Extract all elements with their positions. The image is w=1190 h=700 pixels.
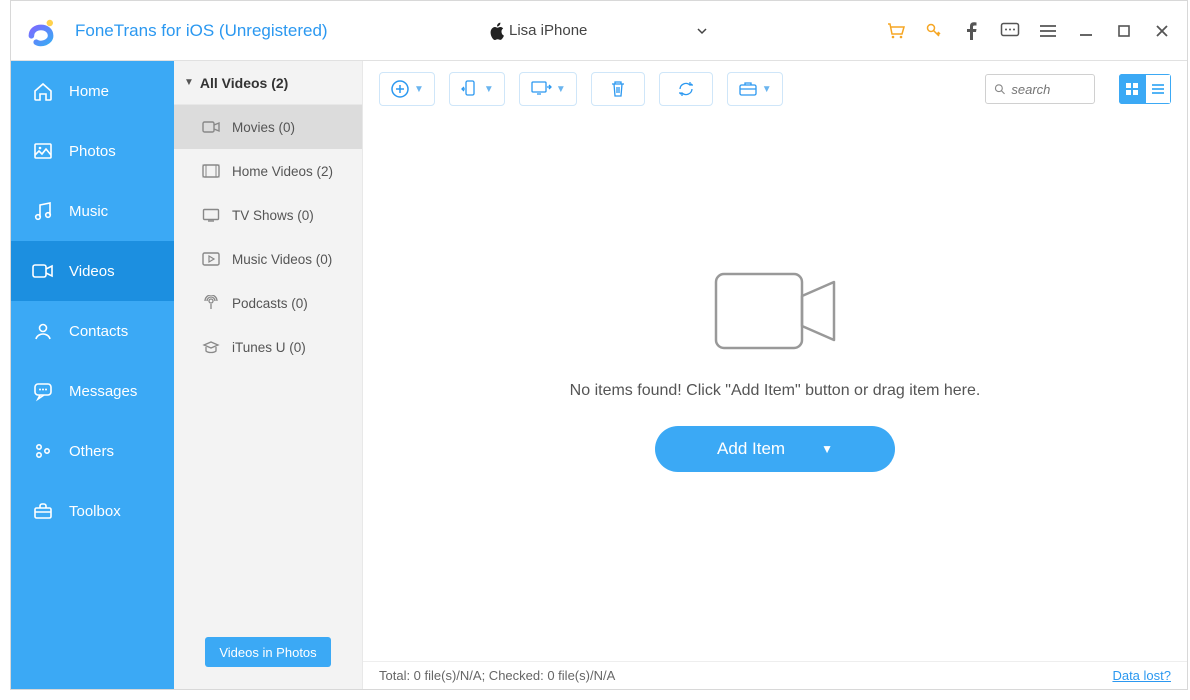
search-input[interactable] — [1011, 82, 1086, 97]
facebook-icon[interactable] — [961, 20, 983, 42]
empty-state: No items found! Click "Add Item" button … — [363, 117, 1187, 661]
sidebar-item-label: Music — [69, 203, 108, 220]
statusbar: Total: 0 file(s)/N/A; Checked: 0 file(s)… — [363, 661, 1187, 689]
trash-icon — [610, 80, 626, 98]
category-header[interactable]: ▼ All Videos (2) — [174, 61, 362, 105]
data-lost-link[interactable]: Data lost? — [1112, 668, 1171, 683]
category-panel: ▼ All Videos (2) Movies (0) Home Videos … — [174, 61, 363, 689]
category-header-label: All Videos (2) — [200, 75, 288, 91]
photos-icon — [31, 139, 55, 163]
refresh-button[interactable] — [659, 72, 713, 106]
chevron-down-icon: ▼ — [556, 84, 566, 95]
messages-icon — [31, 379, 55, 403]
delete-button[interactable] — [591, 72, 645, 106]
itunesu-icon — [202, 338, 220, 356]
list-view-button[interactable] — [1145, 74, 1171, 104]
others-icon — [31, 439, 55, 463]
list-icon — [1151, 82, 1165, 96]
chevron-down-icon — [695, 24, 709, 38]
search-icon — [994, 82, 1005, 96]
sidebar-item-label: Toolbox — [69, 503, 121, 520]
export-to-device-button[interactable]: ▼ — [449, 72, 505, 106]
contacts-icon — [31, 319, 55, 343]
toolbar: ▼ ▼ ▼ ▼ — [363, 61, 1187, 117]
key-icon[interactable] — [923, 20, 945, 42]
sidebar-item-label: Home — [69, 83, 109, 100]
category-item-label: iTunes U (0) — [232, 340, 306, 355]
app-logo-icon — [25, 15, 57, 47]
grid-icon — [1125, 82, 1139, 96]
minimize-button[interactable] — [1075, 20, 1097, 42]
maximize-button[interactable] — [1113, 20, 1135, 42]
music-icon — [31, 199, 55, 223]
view-toggle — [1119, 74, 1171, 104]
category-item-tv-shows[interactable]: TV Shows (0) — [174, 193, 362, 237]
category-item-label: Podcasts (0) — [232, 296, 308, 311]
collapse-icon: ▼ — [184, 77, 194, 88]
category-item-label: TV Shows (0) — [232, 208, 314, 223]
chevron-down-icon: ▼ — [484, 84, 494, 95]
cart-icon[interactable] — [885, 20, 907, 42]
device-selector[interactable]: Lisa iPhone — [479, 13, 719, 49]
menu-icon[interactable] — [1037, 20, 1059, 42]
add-item-button[interactable]: Add Item ▼ — [655, 426, 895, 472]
toolbox-dropdown-button[interactable]: ▼ — [727, 72, 783, 106]
app-logo-title: FoneTrans for iOS (Unregistered) — [25, 15, 328, 47]
home-icon — [31, 79, 55, 103]
to-device-icon — [460, 79, 480, 99]
sidebar-item-music[interactable]: Music — [11, 181, 174, 241]
sidebar-item-others[interactable]: Others — [11, 421, 174, 481]
videos-in-photos-button[interactable]: Videos in Photos — [205, 637, 330, 667]
briefcase-icon — [738, 81, 758, 97]
empty-message: No items found! Click "Add Item" button … — [570, 382, 981, 400]
sidebar-item-home[interactable]: Home — [11, 61, 174, 121]
tv-icon — [202, 206, 220, 224]
plus-circle-icon — [390, 79, 410, 99]
add-button[interactable]: ▼ — [379, 72, 435, 106]
sidebar-item-label: Contacts — [69, 323, 128, 340]
category-item-label: Music Videos (0) — [232, 252, 332, 267]
music-video-icon — [202, 250, 220, 268]
category-item-music-videos[interactable]: Music Videos (0) — [174, 237, 362, 281]
category-item-label: Movies (0) — [232, 120, 295, 135]
sidebar-item-toolbox[interactable]: Toolbox — [11, 481, 174, 541]
apple-icon — [489, 22, 505, 40]
category-item-home-videos[interactable]: Home Videos (2) — [174, 149, 362, 193]
movie-icon — [202, 118, 220, 136]
sidebar-item-label: Videos — [69, 263, 115, 280]
main-panel: ▼ ▼ ▼ ▼ — [363, 61, 1187, 689]
video-empty-icon — [710, 266, 840, 356]
titlebar: FoneTrans for iOS (Unregistered) Lisa iP… — [11, 1, 1187, 61]
category-item-label: Home Videos (2) — [232, 164, 333, 179]
app-title: FoneTrans for iOS (Unregistered) — [75, 21, 328, 41]
toolbox-icon — [31, 499, 55, 523]
chevron-down-icon: ▼ — [762, 84, 772, 95]
sidebar-item-messages[interactable]: Messages — [11, 361, 174, 421]
refresh-icon — [676, 80, 696, 98]
add-item-label: Add Item — [717, 439, 785, 459]
sidebar-item-contacts[interactable]: Contacts — [11, 301, 174, 361]
home-video-icon — [202, 162, 220, 180]
grid-view-button[interactable] — [1119, 74, 1145, 104]
sidebar: Home Photos Music Videos Contacts Messag… — [11, 61, 174, 689]
category-item-itunes-u[interactable]: iTunes U (0) — [174, 325, 362, 369]
sidebar-item-label: Messages — [69, 383, 137, 400]
feedback-icon[interactable] — [999, 20, 1021, 42]
sidebar-item-photos[interactable]: Photos — [11, 121, 174, 181]
sidebar-item-label: Photos — [69, 143, 116, 160]
chevron-down-icon: ▼ — [414, 84, 424, 95]
status-text: Total: 0 file(s)/N/A; Checked: 0 file(s)… — [379, 668, 615, 683]
chevron-down-icon: ▼ — [821, 442, 833, 456]
category-item-movies[interactable]: Movies (0) — [174, 105, 362, 149]
category-item-podcasts[interactable]: Podcasts (0) — [174, 281, 362, 325]
device-name: Lisa iPhone — [509, 22, 695, 39]
export-to-pc-button[interactable]: ▼ — [519, 72, 577, 106]
sidebar-item-label: Others — [69, 443, 114, 460]
videos-icon — [31, 259, 55, 283]
to-pc-icon — [530, 80, 552, 98]
sidebar-item-videos[interactable]: Videos — [11, 241, 174, 301]
close-button[interactable] — [1151, 20, 1173, 42]
podcast-icon — [202, 294, 220, 312]
search-box[interactable] — [985, 74, 1095, 104]
